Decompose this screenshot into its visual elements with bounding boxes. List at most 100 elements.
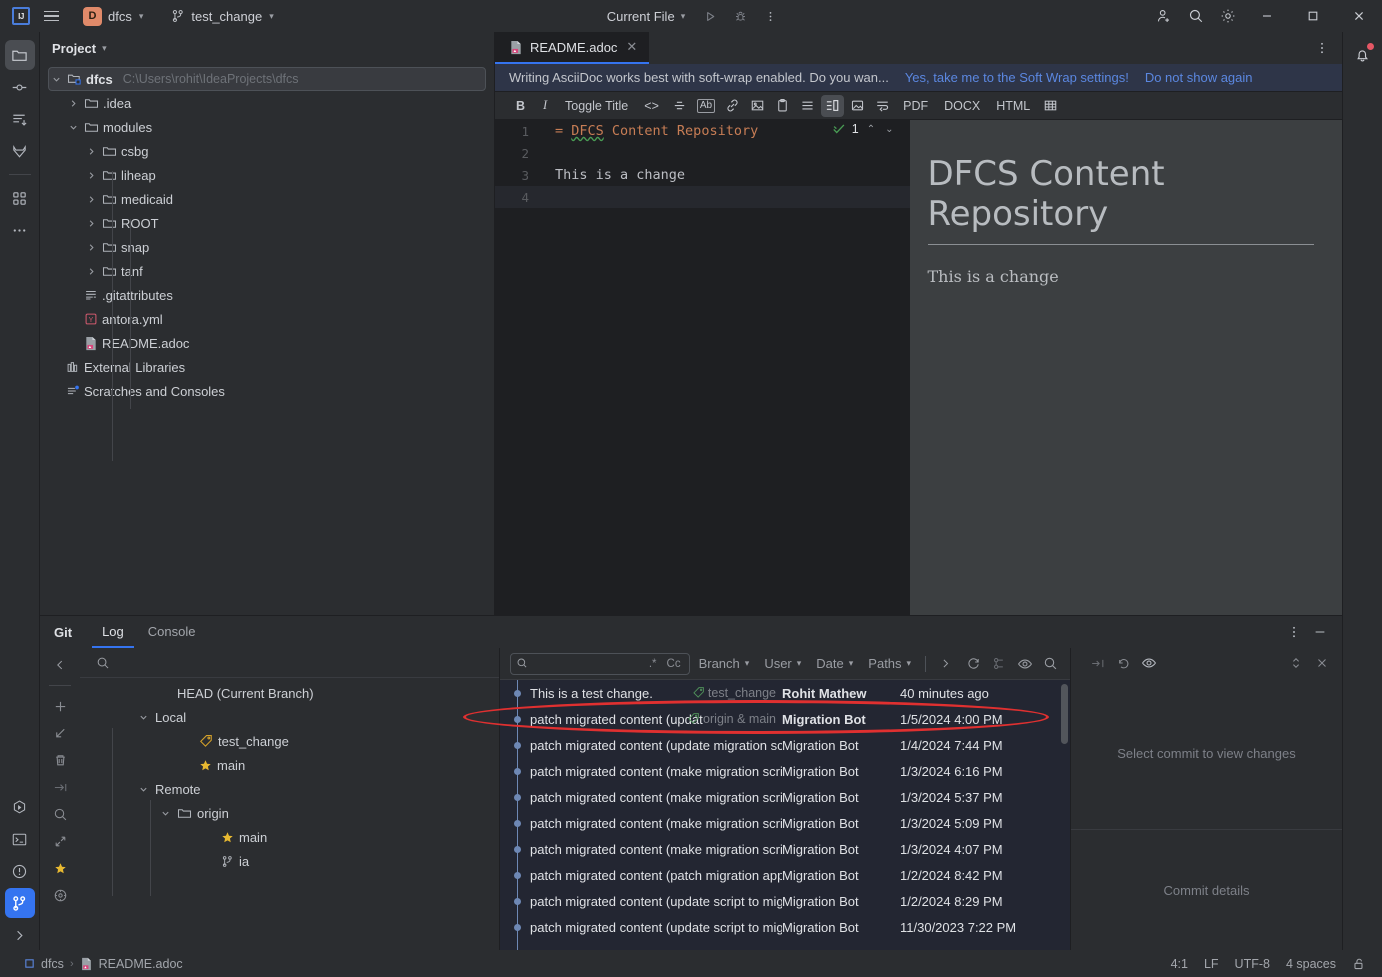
- branch-node-origin[interactable]: origin: [80, 801, 499, 825]
- tree-node-readme-adoc[interactable]: README.adoc: [66, 331, 486, 355]
- export-docx-button[interactable]: DOCX: [937, 95, 987, 117]
- eye-icon[interactable]: [1137, 652, 1161, 674]
- link-button[interactable]: [721, 95, 744, 117]
- code-line[interactable]: 3 This is a change: [495, 164, 910, 186]
- split-view-button[interactable]: [821, 94, 845, 117]
- commit-ref-label[interactable]: origin & main: [687, 712, 776, 726]
- commit-row[interactable]: patch migrated content (make migration s…: [500, 784, 1070, 810]
- code-line[interactable]: 4: [495, 186, 910, 208]
- inspection-widget[interactable]: 1 ⌃ ⌄: [832, 122, 896, 136]
- code-line[interactable]: 2: [495, 142, 910, 164]
- strikethrough-button[interactable]: [668, 95, 691, 117]
- branch-node-main[interactable]: main: [80, 753, 499, 777]
- tab-console[interactable]: Console: [138, 616, 206, 648]
- tree-node--gitattributes[interactable]: .gitattributes: [66, 283, 486, 307]
- chevron-down-icon[interactable]: ▾: [102, 43, 107, 54]
- sidebar-item-structure[interactable]: [5, 183, 35, 213]
- commit-row[interactable]: patch migrated content (make migration s…: [500, 810, 1070, 836]
- commit-list-scrollbar[interactable]: [1061, 684, 1068, 744]
- chevron-right-icon[interactable]: [84, 171, 98, 180]
- collapse-all-button[interactable]: [47, 828, 73, 854]
- commit-row[interactable]: patch migrated content (make migration s…: [500, 836, 1070, 862]
- tree-node-medicaid[interactable]: medicaid: [84, 187, 486, 211]
- soft-wrap-button[interactable]: [871, 95, 894, 117]
- soft-wrap-settings-link[interactable]: Yes, take me to the Soft Wrap settings!: [905, 70, 1129, 85]
- branch-search-row[interactable]: [80, 648, 499, 678]
- case-sensitive-toggle[interactable]: Cc: [664, 658, 684, 670]
- branch-node-ia[interactable]: ia: [80, 849, 499, 873]
- tree-node-tanf[interactable]: tanf: [84, 259, 486, 283]
- hide-panel-button[interactable]: [1308, 620, 1332, 644]
- refresh-icon[interactable]: [963, 653, 986, 675]
- ij-logo-icon[interactable]: IJ: [6, 3, 36, 29]
- chevron-down-icon[interactable]: [66, 123, 80, 132]
- chevron-down-icon[interactable]: [136, 785, 150, 794]
- caret-position[interactable]: 4:1: [1171, 957, 1188, 971]
- minimize-button[interactable]: [1244, 0, 1290, 32]
- file-encoding[interactable]: UTF-8: [1235, 957, 1270, 971]
- sidebar-item-problems[interactable]: [5, 856, 35, 886]
- intellisort-icon[interactable]: [988, 653, 1011, 675]
- search-branch-button[interactable]: [47, 801, 73, 827]
- tree-node-snap[interactable]: snap: [84, 235, 486, 259]
- commit-list[interactable]: This is a test change. test_change Rohit M…: [500, 680, 1070, 950]
- sidebar-item-commit[interactable]: [5, 72, 35, 102]
- update-project-button[interactable]: [47, 720, 73, 746]
- rebase-button[interactable]: [47, 774, 73, 800]
- tree-node-antora-yml[interactable]: Yantora.yml: [66, 307, 486, 331]
- branch-tree[interactable]: HEAD (Current Branch) Local test_change mai…: [80, 678, 499, 950]
- hamburger-menu-icon[interactable]: [36, 3, 66, 29]
- more-vertical-icon[interactable]: [1282, 620, 1306, 644]
- export-pdf-button[interactable]: PDF: [896, 95, 935, 117]
- line-separator[interactable]: LF: [1204, 957, 1219, 971]
- commit-row[interactable]: This is a test change. test_change Rohit M…: [500, 680, 1070, 706]
- commit-row[interactable]: patch migrated content (make migration s…: [500, 758, 1070, 784]
- maximize-button[interactable]: [1290, 0, 1336, 32]
- arrow-collapse-icon[interactable]: [1085, 652, 1109, 674]
- tree-node-dfcs[interactable]: dfcs C:\Users\rohit\IdeaProjects\dfcs: [48, 67, 486, 91]
- commit-row[interactable]: patch migrated content (update script to…: [500, 914, 1070, 940]
- breadcrumb-file[interactable]: README.adoc: [99, 957, 183, 971]
- filter-branch[interactable]: Branch ▾: [693, 654, 756, 673]
- tree-node-modules[interactable]: modules: [66, 115, 486, 139]
- commit-row[interactable]: patch migrated content (update migration…: [500, 732, 1070, 758]
- filter-paths[interactable]: Paths ▾: [862, 654, 917, 673]
- undo-icon[interactable]: [1111, 652, 1135, 674]
- image-button[interactable]: [746, 95, 769, 117]
- list-button[interactable]: [796, 95, 819, 117]
- bold-button[interactable]: B: [509, 95, 532, 117]
- chevron-left-icon[interactable]: [47, 652, 73, 678]
- branch-node-remote[interactable]: Remote: [80, 777, 499, 801]
- chevron-down-icon[interactable]: [49, 75, 63, 84]
- regex-toggle[interactable]: .*: [646, 658, 660, 670]
- debug-icon[interactable]: [727, 4, 753, 28]
- chevron-right-icon[interactable]: [66, 99, 80, 108]
- table-button[interactable]: [1039, 95, 1062, 117]
- sidebar-item-more[interactable]: [5, 215, 35, 245]
- sidebar-item-git[interactable]: [4, 888, 35, 918]
- expand-collapse-icon[interactable]: [1284, 652, 1308, 674]
- chevron-right-icon[interactable]: [934, 653, 957, 675]
- branch-selector[interactable]: test_change ▾: [164, 6, 280, 27]
- chevron-down-icon[interactable]: ⌄: [883, 124, 895, 135]
- commit-row[interactable]: patch migrated content (patch migration …: [500, 862, 1070, 888]
- gear-icon[interactable]: [1212, 1, 1244, 31]
- diagram-button[interactable]: [846, 95, 869, 117]
- code-editor[interactable]: 1 = DFCS Content Repository 2 3 This is a ch…: [495, 120, 910, 615]
- eye-icon[interactable]: [1014, 653, 1037, 675]
- search-icon[interactable]: [1180, 1, 1212, 31]
- branch-node-test-change[interactable]: test_change: [80, 729, 499, 753]
- commit-row[interactable]: patch migrated content (update script to…: [500, 888, 1070, 914]
- search-icon[interactable]: [1039, 653, 1062, 675]
- indent-setting[interactable]: 4 spaces: [1286, 957, 1336, 971]
- settings-button[interactable]: [47, 882, 73, 908]
- commit-row[interactable]: patch migrated content (updat origin & ma…: [500, 706, 1070, 732]
- favorites-button[interactable]: [47, 855, 73, 881]
- tree-node-csbg[interactable]: csbg: [84, 139, 486, 163]
- project-tree[interactable]: dfcs C:\Users\rohit\IdeaProjects\dfcs .ide…: [40, 64, 494, 615]
- chevron-right-icon[interactable]: [84, 195, 98, 204]
- tree-node-liheap[interactable]: liheap: [84, 163, 486, 187]
- chevron-right-icon[interactable]: [84, 147, 98, 156]
- close-icon[interactable]: ✕: [624, 39, 639, 55]
- sidebar-item-gitlab[interactable]: [5, 136, 35, 166]
